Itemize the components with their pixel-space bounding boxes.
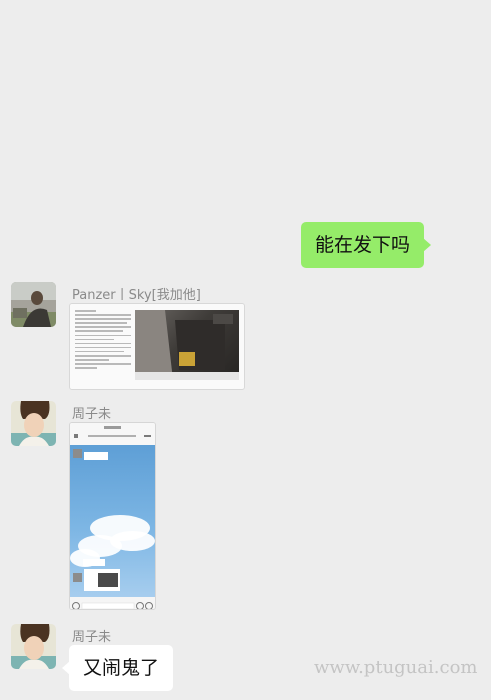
image-message-document[interactable] <box>69 303 245 390</box>
sky-wallpaper <box>70 445 155 597</box>
phone-input-bar <box>70 597 155 609</box>
document-text-lines <box>75 310 131 371</box>
chat-history[interactable]: 能在发下吗 Panzer丨Sky[我加他] 周子未 周子未 又闹鬼了 www.p… <box>0 0 491 700</box>
sender-name: Panzer丨Sky[我加他] <box>72 288 201 303</box>
avatar[interactable] <box>11 401 56 446</box>
sender-name: 周子未 <box>72 630 112 645</box>
avatar[interactable] <box>11 624 56 669</box>
watermark: www.ptuguai.com <box>314 657 478 678</box>
avatar[interactable] <box>11 282 56 327</box>
message-text: 能在发下吗 <box>315 234 411 256</box>
message-text: 又闹鬼了 <box>83 657 160 679</box>
outgoing-message-bubble[interactable]: 能在发下吗 <box>301 222 432 268</box>
image-message-phone-screenshot[interactable] <box>69 422 156 610</box>
document-photo <box>135 310 239 380</box>
phone-header-bar <box>70 423 155 445</box>
sender-name: 周子未 <box>72 407 112 422</box>
incoming-message-bubble[interactable]: 又闹鬼了 <box>61 645 174 691</box>
